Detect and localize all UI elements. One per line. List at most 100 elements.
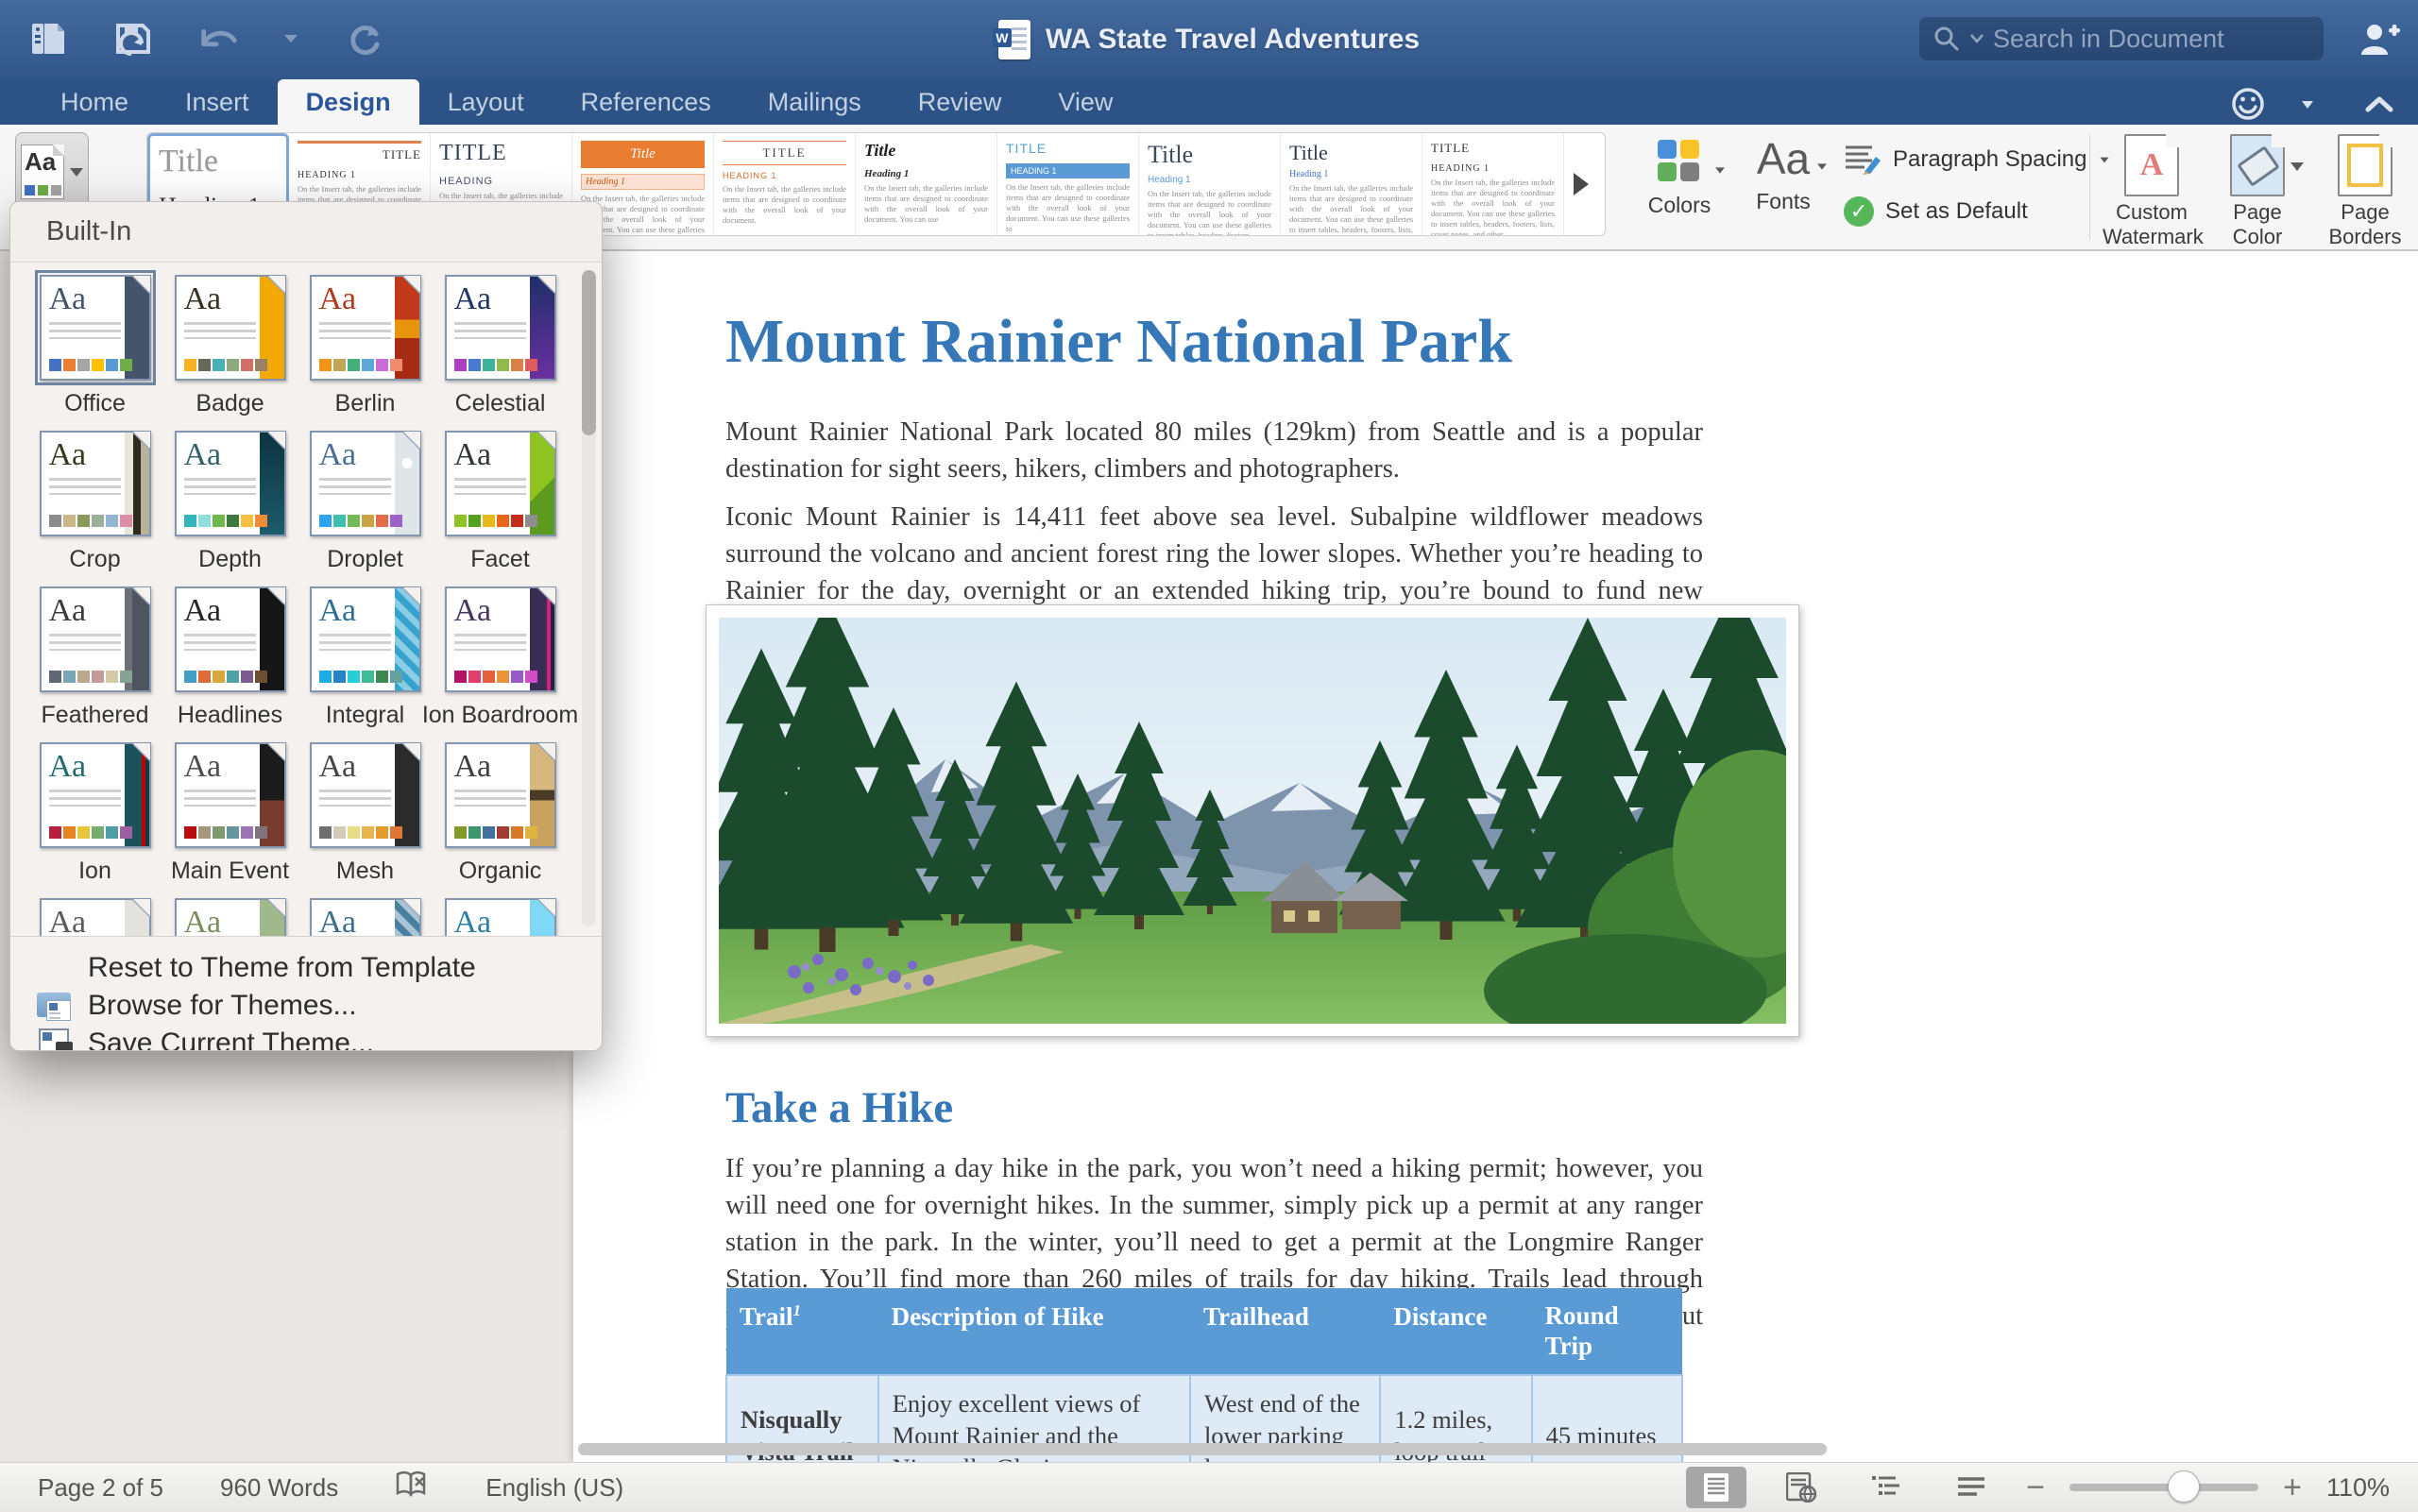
paragraph-spacing-button[interactable]: Paragraph Spacing [1844, 144, 2111, 176]
web-layout-view-button[interactable] [1771, 1467, 1831, 1508]
themes-icon: Aa [21, 144, 64, 199]
set-as-default-button[interactable]: ✓ Set as Default [1844, 196, 2111, 227]
document-heading-2[interactable]: Take a Hike [725, 1082, 953, 1133]
style-set-card[interactable]: TITLE HEADING 1 On the Insert tab, the g… [997, 133, 1139, 235]
style-set-card[interactable]: Title Heading 1 On the Insert tab, the g… [1139, 133, 1281, 235]
themes-scrollbar-track[interactable] [582, 270, 596, 926]
theme-color-swatch [525, 671, 537, 683]
themes-button[interactable]: Aa [15, 132, 89, 212]
fonts-button[interactable]: Aa Fonts [1736, 134, 1831, 214]
themes-menu-item[interactable]: Browse for Themes... [10, 988, 602, 1024]
search-scope-caret-icon[interactable] [1970, 34, 1984, 43]
table-header-cell[interactable]: Trail1 [726, 1288, 878, 1375]
theme-item[interactable]: Aa Facet [433, 431, 568, 586]
ribbon-tab[interactable]: Layout [419, 79, 553, 125]
theme-item[interactable]: Aa Badge [162, 275, 298, 431]
theme-item[interactable]: Aa Depth [162, 431, 298, 586]
search-box[interactable] [1919, 17, 2324, 60]
themes-menu-item[interactable]: Save Current Theme... [10, 1026, 602, 1051]
table-header-cell[interactable]: Distance [1380, 1288, 1531, 1375]
style-set-card[interactable]: TITLE HEADING 1 On the Insert tab, the g… [714, 133, 856, 235]
ribbon-tab-row: HomeInsertDesignLayoutReferencesMailings… [0, 79, 2418, 125]
document-paragraph[interactable]: Mount Rainier National Park located 80 m… [725, 414, 1703, 487]
theme-item[interactable]: Aa Feathered [27, 586, 162, 742]
theme-text-lines [319, 478, 391, 495]
theme-item[interactable]: Aa Integral [298, 586, 433, 742]
ribbon-tab[interactable]: Mailings [740, 79, 890, 125]
print-layout-view-button[interactable] [1686, 1467, 1746, 1508]
ribbon-tab[interactable]: View [1030, 79, 1141, 125]
theme-swatch-row [184, 515, 267, 527]
custom-watermark-button[interactable]: Custom Watermark [2103, 134, 2201, 249]
collapse-ribbon-icon[interactable] [2365, 94, 2393, 118]
zoom-slider[interactable] [2069, 1484, 2258, 1491]
theme-item[interactable]: Aa Mesh [298, 742, 433, 898]
style-set-card[interactable]: TITLE HEADING 1 On the Insert tab, the g… [1422, 133, 1564, 235]
style-set-title: Title [581, 141, 705, 168]
ribbon-tab[interactable]: Home [32, 79, 157, 125]
share-add-person-icon[interactable] [2359, 21, 2401, 61]
style-set-heading: HEADING 1 [723, 171, 846, 180]
colors-button[interactable]: Colors [1636, 140, 1723, 218]
themes-menu-item[interactable]: Reset to Theme from Template [10, 950, 602, 986]
word-count[interactable]: 960 Words [220, 1473, 338, 1503]
ribbon-tab[interactable]: Insert [157, 79, 278, 125]
theme-text-lines [454, 790, 526, 807]
style-set-card[interactable]: Title Heading 1 On the Insert tab, the g… [856, 133, 997, 235]
ribbon-tab[interactable]: References [553, 79, 740, 125]
document-heading-1[interactable]: Mount Rainier National Park [725, 306, 1727, 378]
document-photo-mount-rainier[interactable] [706, 604, 1799, 1037]
theme-item[interactable]: Aa [162, 898, 298, 936]
table-header-cell[interactable]: Trailhead [1190, 1288, 1380, 1375]
theme-item[interactable]: Aa [27, 898, 162, 936]
theme-color-swatch [241, 826, 253, 839]
table-header-cell[interactable]: Round Trip [1532, 1288, 1682, 1375]
spellcheck-icon[interactable] [395, 1470, 429, 1505]
theme-color-swatch [376, 515, 388, 527]
menu-item-icon [37, 991, 75, 1021]
draft-view-button[interactable] [1941, 1467, 2001, 1508]
search-input[interactable] [1993, 25, 2305, 54]
theme-item[interactable]: Aa [433, 898, 568, 936]
zoom-slider-thumb[interactable] [2168, 1470, 2200, 1503]
outline-view-button[interactable] [1856, 1467, 1916, 1508]
theme-item[interactable]: Aa [298, 898, 433, 936]
theme-item[interactable]: Aa Crop [27, 431, 162, 586]
table-header-cell[interactable]: Description of Hike [878, 1288, 1190, 1375]
zoom-in-button[interactable]: + [2283, 1470, 2302, 1506]
style-set-heading: Heading 1 [864, 168, 988, 179]
theme-item[interactable]: Aa Ion [27, 742, 162, 898]
zoom-percentage[interactable]: 110% [2326, 1473, 2390, 1503]
gallery-next-arrow[interactable] [1564, 133, 1598, 235]
theme-item[interactable]: Aa Droplet [298, 431, 433, 586]
theme-item[interactable]: Aa Headlines [162, 586, 298, 742]
theme-item[interactable]: Aa Main Event [162, 742, 298, 898]
document-page[interactable]: Mount Rainier National Park Mount Rainie… [573, 251, 2418, 1462]
theme-color-swatch [348, 671, 360, 683]
ribbon-tab[interactable]: Design [278, 79, 419, 125]
language-indicator[interactable]: English (US) [485, 1473, 623, 1503]
hikes-table[interactable]: Trail1Description of HikeTrailheadDistan… [725, 1288, 1683, 1462]
page-color-button[interactable]: Page Color [2208, 134, 2307, 249]
theme-color-swatch [241, 359, 253, 371]
feedback-smiley-icon[interactable] [2229, 85, 2267, 127]
zoom-out-button[interactable]: − [2026, 1470, 2045, 1506]
page-borders-button[interactable]: Page Borders [2316, 134, 2414, 249]
feedback-caret-icon[interactable] [2301, 98, 2314, 115]
theme-text-lines [454, 478, 526, 495]
theme-color-swatch [92, 826, 104, 839]
page-indicator[interactable]: Page 2 of 5 [38, 1473, 163, 1503]
themes-scrollbar-thumb[interactable] [582, 270, 596, 435]
title-bar: WA State Travel Adventures [0, 0, 2418, 79]
theme-item[interactable]: Aa Berlin [298, 275, 433, 431]
ribbon-tab[interactable]: Review [890, 79, 1030, 125]
theme-item[interactable]: Aa Celestial [433, 275, 568, 431]
theme-color-swatch [213, 359, 225, 371]
theme-color-swatch [376, 826, 388, 839]
style-set-card[interactable]: Title Heading 1 On the Insert tab, the g… [1281, 133, 1422, 235]
theme-color-swatch [483, 826, 495, 839]
theme-item[interactable]: Aa Ion Boardroom [433, 586, 568, 742]
horizontal-scrollbar-thumb[interactable] [578, 1443, 1827, 1455]
theme-item[interactable]: Aa Office [27, 275, 162, 431]
theme-item[interactable]: Aa Organic [433, 742, 568, 898]
